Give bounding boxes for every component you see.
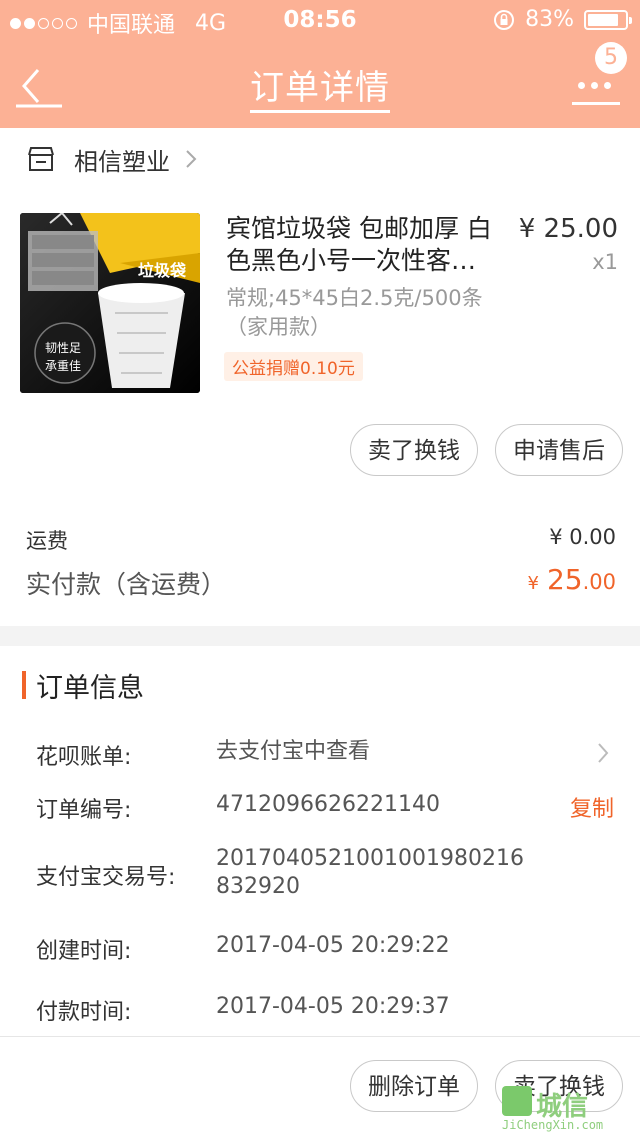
chevron-right-icon[interactable] (596, 741, 610, 765)
chevron-right-icon (186, 150, 197, 168)
order-number-label: 订单编号: (36, 798, 132, 823)
order-number-value: 4712096626221140 (216, 792, 440, 817)
freight-label: 运费 (26, 529, 68, 553)
notification-badge: 5 (595, 42, 627, 74)
freight-value: ¥ 0.00 (549, 525, 616, 549)
delete-order-button[interactable]: 删除订单 (350, 1060, 478, 1112)
paid-time-label: 付款时间: (36, 1000, 132, 1025)
product-image-badge-line1: 韧性足 (45, 341, 82, 355)
product-quantity: x1 (592, 250, 618, 274)
freight-row: 运费 ¥ 0.00 (26, 525, 616, 555)
watermark: 城信 JiChengXin.com (502, 1086, 634, 1134)
watermark-logo-icon (502, 1086, 532, 1116)
charity-tag: 公益捐赠0.10元 (224, 352, 363, 381)
product-image[interactable]: 垃圾袋 韧性足 承重佳 (20, 213, 200, 393)
order-info-heading: 订单信息 (22, 665, 144, 705)
bottom-bar-divider (0, 1036, 640, 1037)
alipay-trade-value: 201704052100100198021​6 832920 (216, 846, 524, 899)
product-image-label: 垃圾袋 (138, 261, 187, 280)
after-sale-button[interactable]: 申请售后 (495, 424, 623, 476)
copy-button[interactable]: 复制 (570, 791, 614, 823)
product-sku: 常规;45*45白2.5克/500条（家用款） (226, 286, 483, 339)
section-divider (0, 626, 640, 646)
shop-icon (28, 147, 54, 171)
product-price: ¥ 25.00 (518, 214, 618, 244)
status-bar: 中国联通 4G 08:56 83% (0, 0, 640, 40)
battery-icon (584, 9, 632, 30)
created-time-value: 2017-04-05 20:29:22 (216, 933, 450, 958)
paid-amount: ¥ 25.00 (527, 563, 616, 596)
created-time-label: 创建时间: (36, 939, 132, 964)
shop-row[interactable]: 相信塑业 (0, 128, 640, 190)
shop-name: 相信塑业 (74, 147, 170, 176)
product-title[interactable]: 宾馆垃圾袋 包邮加厚 白色黑色小号一次性客… (226, 213, 506, 277)
page-title: 订单详情 (0, 60, 640, 113)
product-image-badge-line2: 承重佳 (45, 359, 82, 373)
sell-button[interactable]: 卖了换钱 (350, 424, 478, 476)
huabei-label: 花呗账单: (36, 745, 132, 770)
nav-bar: 订单详情 (0, 40, 640, 128)
paid-time-value: 2017-04-05 20:29:37 (216, 994, 450, 1019)
header: 中国联通 4G 08:56 83% 订单详情 (0, 0, 640, 128)
battery-percent: 83% (525, 7, 574, 32)
rotation-lock-icon (494, 9, 515, 30)
paid-label: 实付款（含运费） (26, 570, 227, 599)
alipay-trade-label: 支付宝交易号: (36, 865, 176, 890)
huabei-value[interactable]: 去支付宝中查看 (216, 738, 370, 766)
paid-row: 实付款（含运费） ¥ 25.00 (26, 563, 616, 601)
